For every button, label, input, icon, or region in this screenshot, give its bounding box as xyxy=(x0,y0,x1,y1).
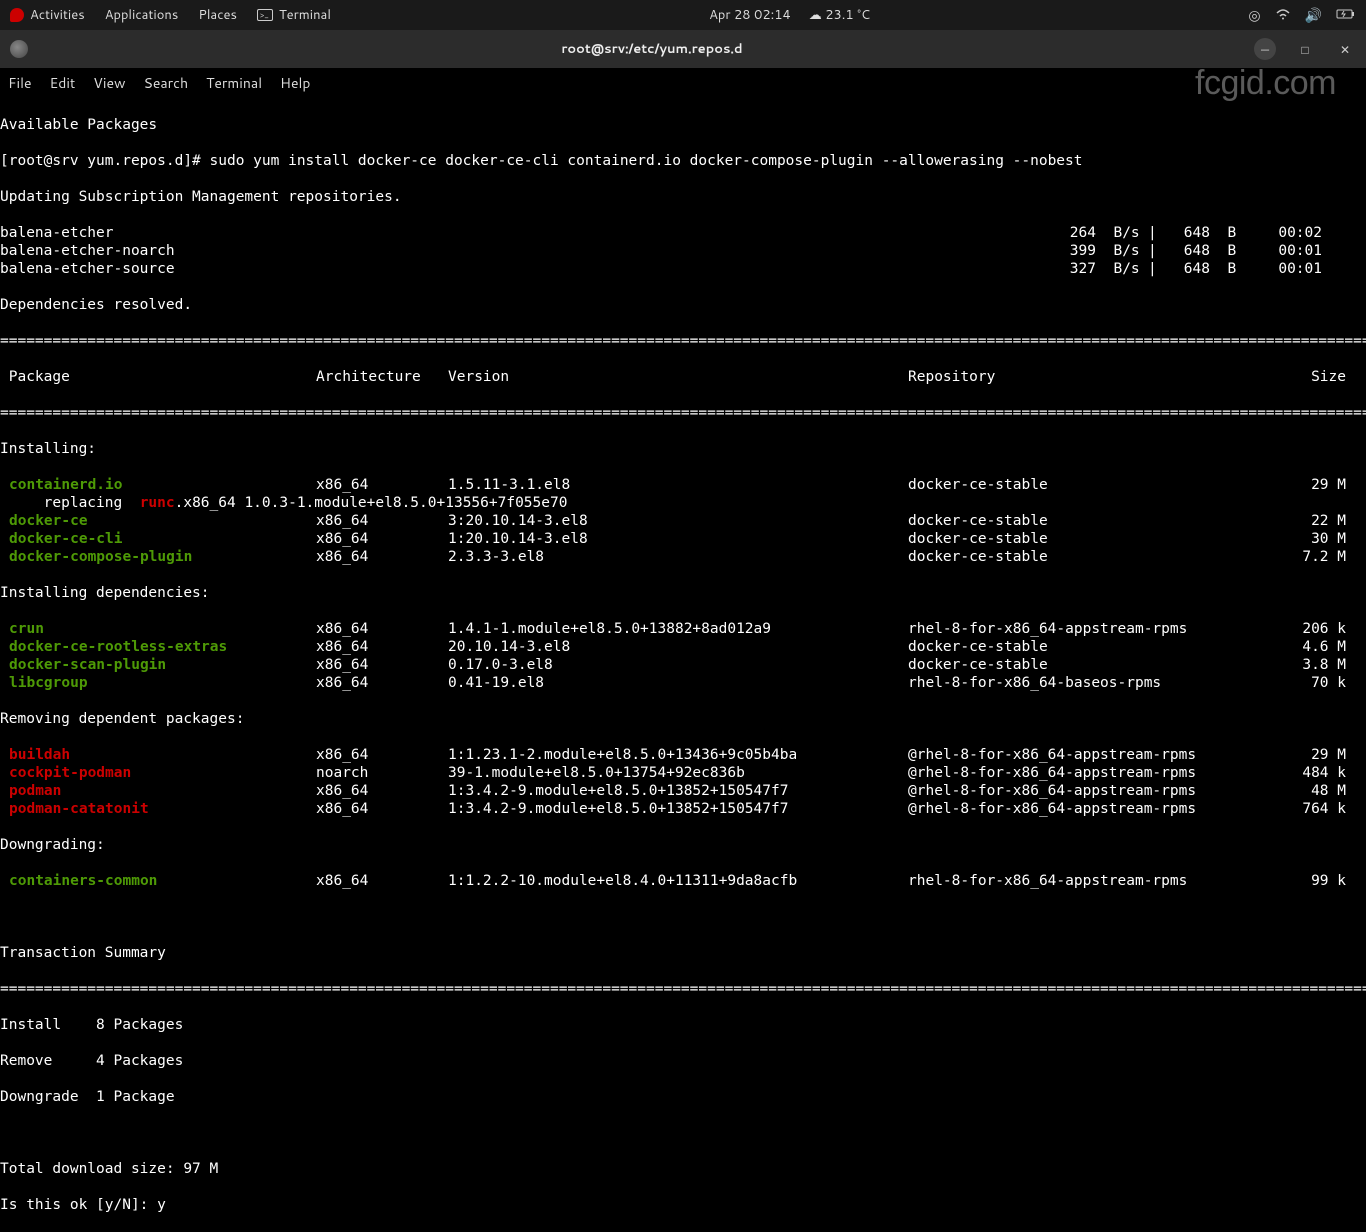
package-row: docker-scan-pluginx86_640.17.0-3.el8dock… xyxy=(0,656,1366,674)
line: Transaction Summary xyxy=(0,944,1366,962)
menu-search[interactable]: Search xyxy=(144,73,189,93)
confirm-prompt: Is this ok [y/N]: y xyxy=(0,1196,1366,1214)
separator: ========================================… xyxy=(0,980,1366,998)
package-row: containerd.iox86_641.5.11-3.1.el8docker-… xyxy=(0,476,1366,494)
accessibility-icon[interactable]: ◎ xyxy=(1248,5,1260,25)
places-menu[interactable]: Places xyxy=(198,6,237,24)
activities-label: Activities xyxy=(30,6,85,24)
package-row: podman-catatonitx86_641:3.4.2-9.module+e… xyxy=(0,800,1366,818)
menu-edit[interactable]: Edit xyxy=(50,73,76,93)
clock[interactable]: Apr 28 02:14 xyxy=(709,6,791,24)
package-row: cockpit-podmannoarch39-1.module+el8.5.0+… xyxy=(0,764,1366,782)
section-header: Downgrading: xyxy=(0,836,1366,854)
redhat-icon xyxy=(10,8,24,22)
package-row: docker-ce-clix86_641:20.10.14-3.el8docke… xyxy=(0,530,1366,548)
section-header: Installing: xyxy=(0,440,1366,458)
line: Remove 4 Packages xyxy=(0,1052,1366,1070)
package-row: crunx86_641.4.1-1.module+el8.5.0+13882+8… xyxy=(0,620,1366,638)
package-row: podmanx86_641:3.4.2-9.module+el8.5.0+138… xyxy=(0,782,1366,800)
menu-terminal[interactable]: Terminal xyxy=(206,73,262,93)
package-row: docker-ce-rootless-extrasx86_6420.10.14-… xyxy=(0,638,1366,656)
gnome-topbar: Activities Applications Places Terminal … xyxy=(0,0,1366,30)
section-header: Removing dependent packages: xyxy=(0,710,1366,728)
blank-line xyxy=(0,1124,1366,1142)
close-button[interactable]: ✕ xyxy=(1334,38,1356,60)
line: Install 8 Packages xyxy=(0,1016,1366,1034)
download-row: balena-etcher-noarch399 B/s| 648 B00:01 xyxy=(0,242,1366,260)
terminal-menubar: File Edit View Search Terminal Help fcgi… xyxy=(0,68,1366,98)
download-row: balena-etcher-source327 B/s| 648 B00:01 xyxy=(0,260,1366,278)
package-row: docker-cex86_643:20.10.14-3.el8docker-ce… xyxy=(0,512,1366,530)
watermark: fcgid.com xyxy=(1195,64,1336,103)
replacing-line: replacing runc.x86_64 1.0.3-1.module+el8… xyxy=(0,494,1366,512)
minimize-button[interactable]: — xyxy=(1254,38,1276,60)
cloud-icon: ☁ xyxy=(809,6,822,24)
menu-file[interactable]: File xyxy=(8,73,32,93)
window-app-icon xyxy=(10,40,28,58)
current-app-indicator[interactable]: Terminal xyxy=(257,6,331,24)
package-row: libcgroupx86_640.41-19.el8rhel-8-for-x86… xyxy=(0,674,1366,692)
window-title: root@srv:/etc/yum.repos.d xyxy=(50,40,1254,58)
separator: ========================================… xyxy=(0,332,1366,350)
download-row: balena-etcher264 B/s| 648 B00:02 xyxy=(0,224,1366,242)
applications-menu[interactable]: Applications xyxy=(105,6,179,24)
menu-view[interactable]: View xyxy=(93,73,125,93)
line: Dependencies resolved. xyxy=(0,296,1366,314)
package-row: containers-commonx86_641:1.2.2-10.module… xyxy=(0,872,1366,890)
window-titlebar: root@srv:/etc/yum.repos.d — □ ✕ xyxy=(0,30,1366,68)
line: Available Packages xyxy=(0,116,1366,134)
line: Updating Subscription Management reposit… xyxy=(0,188,1366,206)
prompt-line: [root@srv yum.repos.d]# sudo yum install… xyxy=(0,152,1366,170)
table-header: PackageArchitectureVersionRepositorySize xyxy=(0,368,1366,386)
battery-icon[interactable] xyxy=(1336,5,1356,25)
line: Downgrade 1 Package xyxy=(0,1088,1366,1106)
volume-icon[interactable]: 🔊 xyxy=(1305,5,1322,25)
weather-indicator[interactable]: ☁ 23.1 °C xyxy=(809,6,870,24)
section-header: Installing dependencies: xyxy=(0,584,1366,602)
maximize-button[interactable]: □ xyxy=(1294,38,1316,60)
activities-button[interactable]: Activities xyxy=(10,6,85,24)
wifi-icon[interactable] xyxy=(1275,5,1291,25)
menu-help[interactable]: Help xyxy=(280,73,310,93)
terminal-output[interactable]: Available Packages [root@srv yum.repos.d… xyxy=(0,98,1366,1232)
terminal-app-icon xyxy=(257,9,273,21)
package-row: buildahx86_641:1.23.1-2.module+el8.5.0+1… xyxy=(0,746,1366,764)
line: Total download size: 97 M xyxy=(0,1160,1366,1178)
blank-line xyxy=(0,908,1366,926)
separator: ========================================… xyxy=(0,404,1366,422)
package-row: docker-compose-pluginx86_642.3.3-3.el8do… xyxy=(0,548,1366,566)
